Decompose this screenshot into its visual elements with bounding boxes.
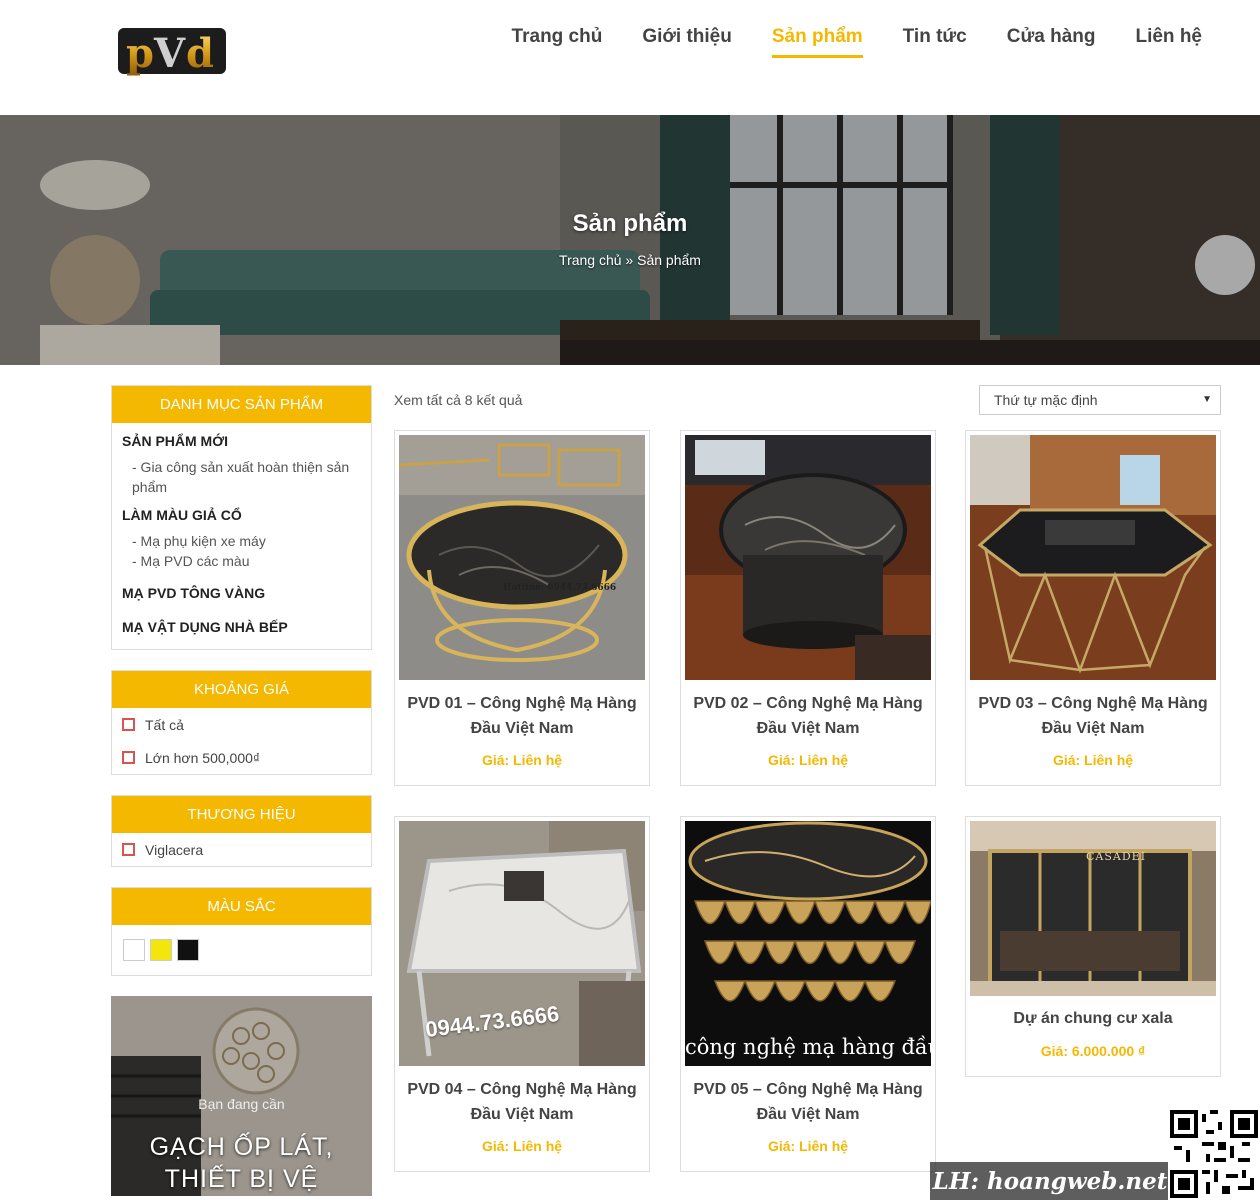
sort-selected-label: Thứ tự mặc định [994,392,1098,408]
product-price: Giá: Liên hệ [767,752,849,768]
promo-subtitle: Bạn đang cần [198,1096,285,1112]
svg-text:p: p [126,30,154,77]
category-kitchenware[interactable]: MẠ VẬT DỤNG NHÀ BẾP [122,619,361,635]
product-price: Giá: Liên hệ [1052,752,1134,768]
product-name[interactable]: PVD 03 – Công Nghệ Mạ Hàng Đầu Việt Nam [976,691,1210,741]
product-name[interactable]: Dự án chung cư xala [976,1006,1210,1031]
category-sub-item[interactable]: - Gia công sản xuất hoàn thiện sản phẩm [122,457,361,497]
product-image[interactable] [970,435,1216,680]
price-filter-widget: KHOẢNG GIÁ Tất cả Lớn hơn 500,000₫ [111,670,372,775]
product-image[interactable] [970,821,1216,996]
color-filter-widget: MÀU SẮC [111,887,372,976]
brand-filter-widget: THƯƠNG HIỆU Viglacera [111,795,372,867]
category-widget: DANH MỤC SẢN PHẨM SẢN PHẨM MỚI - Gia côn… [111,385,372,650]
breadcrumb-current: Sản phẩm [637,252,701,268]
breadcrumb-separator: » [621,252,638,268]
price-option-label: Tất cả [145,716,184,733]
color-swatches [112,925,371,975]
product-card[interactable]: công nghệ mạ hàng đầu V PVD 05 – Công Ng… [680,816,936,1172]
promo-headline: GẠCH ỐP LÁT, THIẾT BỊ VỆ [149,1133,334,1193]
image-caption: công nghệ mạ hàng đầu V [685,1035,933,1059]
color-swatch-black[interactable] [177,939,199,961]
category-sub-item[interactable]: - Mạ PVD các màu [122,551,361,571]
dropdown-arrow-icon: ▼ [1202,394,1212,405]
product-price: Giá: Liên hệ [481,752,563,768]
product-card[interactable]: PVD 02 – Công Nghệ Mạ Hàng Đầu Việt Nam … [680,430,936,786]
category-sub-item[interactable]: - Mạ phụ kiện xe máy [122,531,361,551]
product-price: Giá: Liên hệ [481,1138,563,1154]
sort-select[interactable]: Thứ tự mặc định ▼ [979,385,1221,415]
price-option-over-500k[interactable]: Lớn hơn 500,000₫ [112,741,371,774]
brand-option-label: Viglacera [145,841,204,858]
nav-item-stores[interactable]: Cửa hàng [1007,22,1096,56]
page-banner: Sản phẩm Trang chủ » Sản phẩm [0,115,1260,365]
product-card[interactable]: 0944.73.6666 PVD 04 – Công Nghệ Mạ Hàng … [394,816,650,1172]
nav-item-home[interactable]: Trang chủ [512,22,603,56]
category-antique-color[interactable]: LÀM MÀU GIẢ CỔ [122,507,361,523]
checkbox[interactable] [122,751,135,764]
color-filter-title: MÀU SẮC [112,888,371,925]
product-card[interactable]: CASADEI Dự án chung cư xala Giá: 6.000.0… [965,816,1221,1077]
breadcrumb: Trang chủ » Sản phẩm [0,252,1260,268]
site-header: p V d Trang chủ Giới thiệu Sản phẩm Tin … [0,0,1260,115]
svg-text:V: V [153,30,186,77]
promo-banner[interactable]: Bạn đang cần GẠCH ỐP LÁT, THIẾT BỊ VỆ [111,996,372,1196]
category-list: SẢN PHẨM MỚI - Gia công sản xuất hoàn th… [112,423,371,649]
main-nav: Trang chủ Giới thiệu Sản phẩm Tin tức Cử… [512,22,1202,58]
brand-option-viglacera[interactable]: Viglacera [112,833,371,866]
product-price: Giá: 6.000.000 ₫ [1040,1043,1146,1059]
breadcrumb-home-link[interactable]: Trang chủ [559,252,622,268]
nav-item-about[interactable]: Giới thiệu [642,22,732,56]
qr-code-icon [1168,1108,1260,1200]
price-option-label: Lớn hơn 500,000₫ [145,749,261,766]
brand-filter-title: THƯƠNG HIỆU [112,796,371,833]
pvd-logo[interactable]: p V d [116,22,228,80]
checkbox[interactable] [122,843,135,856]
color-swatch-yellow[interactable] [150,939,172,961]
result-count: Xem tất cả 8 kết quả [394,392,523,408]
product-name[interactable]: PVD 02 – Công Nghệ Mạ Hàng Đầu Việt Nam [691,691,925,741]
product-card[interactable]: Hotline: 0944.73.6666 PVD 01 – Công Nghệ… [394,430,650,786]
product-name[interactable]: PVD 01 – Công Nghệ Mạ Hàng Đầu Việt Nam [405,691,639,741]
category-new-products[interactable]: SẢN PHẨM MỚI [122,433,361,449]
product-name[interactable]: PVD 05 – Công Nghệ Mạ Hàng Đầu Việt Nam [691,1077,925,1127]
color-swatch-white[interactable] [123,939,145,961]
image-caption: CASADEI [1086,850,1147,863]
nav-item-news[interactable]: Tin tức [903,22,967,56]
svg-text:d: d [186,30,214,77]
watermark-label: LH: hoangweb.net [930,1162,1170,1200]
nav-item-products[interactable]: Sản phẩm [771,22,863,58]
category-gold-pvd[interactable]: MẠ PVD TÔNG VÀNG [122,585,361,601]
checkbox[interactable] [122,718,135,731]
banner-background-image [0,115,1260,365]
price-filter-title: KHOẢNG GIÁ [112,671,371,708]
product-image[interactable] [685,435,931,680]
category-widget-title: DANH MỤC SẢN PHẨM [112,386,371,423]
product-price: Giá: Liên hệ [767,1138,849,1154]
price-option-all[interactable]: Tất cả [112,708,371,741]
sidebar: DANH MỤC SẢN PHẨM SẢN PHẨM MỚI - Gia côn… [111,385,372,1196]
image-caption: Hotline: 0944.73.6666 [503,583,617,593]
product-card[interactable]: PVD 03 – Công Nghệ Mạ Hàng Đầu Việt Nam … [965,430,1221,786]
product-name[interactable]: PVD 04 – Công Nghệ Mạ Hàng Đầu Việt Nam [405,1077,639,1127]
page-title: Sản phẩm [572,210,688,237]
product-image[interactable] [399,435,645,680]
nav-item-contact[interactable]: Liên hệ [1135,22,1202,56]
